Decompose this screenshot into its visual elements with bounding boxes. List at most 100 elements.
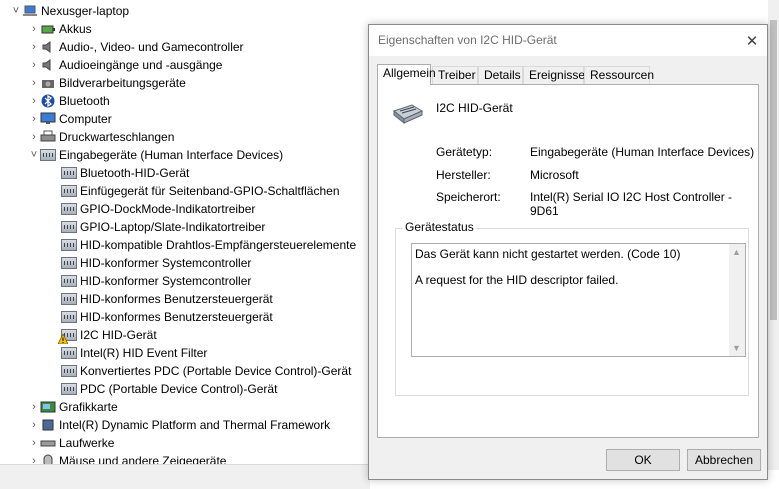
tree-item-label: I2C HID-Gerät [80, 328, 157, 342]
chevron-right-icon[interactable]: › [28, 38, 40, 56]
chevron-down-icon[interactable]: ˅ [10, 2, 22, 20]
tree-item-konvertiertes-pdc-portable-device-control-ger-t[interactable]: Konvertiertes PDC (Portable Device Contr… [61, 362, 351, 380]
dialog-titlebar[interactable]: Eigenschaften von I2C HID-Gerät ✕ [369, 25, 767, 56]
tree-item-hid-konformes-benutzersteuerger-t[interactable]: HID-konformes Benutzersteuergerät [61, 308, 273, 326]
close-icon[interactable]: ✕ [737, 25, 767, 56]
tree-item-label: Computer [59, 112, 112, 126]
scrollbar-thumb[interactable] [770, 20, 777, 320]
hid-icon [61, 166, 77, 180]
display-adapter-icon [40, 400, 56, 414]
hid-icon [61, 346, 77, 360]
printer-icon [40, 130, 56, 144]
tree-scrollbar[interactable] [768, 0, 779, 470]
bluetooth-icon [40, 94, 56, 108]
tree-item-gpio-laptop-slate-indikatortreiber[interactable]: GPIO-Laptop/Slate-Indikatortreiber [61, 218, 265, 236]
tree-item-label: Einfügegerät für Seitenband-GPIO-Schaltf… [80, 184, 340, 198]
hid-icon [61, 310, 77, 324]
tree-item-akkus[interactable]: › Akkus [28, 20, 92, 38]
tree-item-label: HID-konformes Benutzersteuergerät [80, 310, 273, 324]
tree-item-label: Eingabegeräte (Human Interface Devices) [59, 148, 284, 162]
tree-item-hid-konformer-systemcontroller[interactable]: HID-konformer Systemcontroller [61, 254, 251, 272]
tree-item-label: Bildverarbeitungsgeräte [59, 76, 186, 90]
tree-item-hid-konformer-systemcontroller[interactable]: HID-konformer Systemcontroller [61, 272, 251, 290]
ok-button[interactable]: OK [606, 449, 680, 471]
tree-item-laufwerke[interactable]: › Laufwerke [28, 434, 114, 452]
tree-item-label: HID-kompatible Drahtlos-Empfängersteuere… [80, 238, 357, 252]
prop-label-location: Speicherort: [436, 190, 501, 204]
tree-item-label: Bluetooth-HID-Gerät [80, 166, 190, 180]
tree-item-computer[interactable]: › Computer [28, 110, 112, 128]
tab-ressourcen[interactable]: Ressourcen [584, 66, 654, 84]
hid-icon [61, 292, 77, 306]
tree-item-hid-kompatible-drahtlos-empf-ngersteuerelemente[interactable]: HID-kompatible Drahtlos-Empfängersteuere… [61, 236, 356, 254]
tab-treiber[interactable]: Treiber [432, 66, 478, 84]
chevron-right-icon[interactable]: › [28, 74, 40, 92]
hid-device-icon [392, 103, 424, 125]
tree-item-intel-r-dynamic-platform-and-thermal-framework[interactable]: › Intel(R) Dynamic Platform and Thermal F… [28, 416, 330, 434]
device-tree[interactable]: ˅ Nexusger-laptop › Akkus › Audio-, Video- … [0, 0, 370, 470]
chevron-right-icon[interactable]: › [28, 128, 40, 146]
tree-item-label: PDC (Portable Device Control)-Gerät [80, 382, 278, 396]
scroll-up-icon[interactable]: ▲ [732, 247, 741, 257]
tree-item-label: Laufwerke [59, 436, 115, 450]
tree-item-bluetooth-hid-ger-t[interactable]: Bluetooth-HID-Gerät [61, 164, 189, 182]
tree-item-audioeing-nge-und-ausg-nge[interactable]: › Audioeingänge und -ausgänge [28, 56, 222, 74]
chevron-right-icon[interactable]: › [28, 110, 40, 128]
status-bar [0, 464, 370, 489]
prop-value-type: Eingabegeräte (Human Interface Devices) [530, 145, 755, 159]
tree-item-label: Audioeingänge und -ausgänge [59, 58, 223, 72]
scroll-down-icon[interactable]: ▼ [732, 343, 741, 353]
cancel-button[interactable]: Abbrechen [687, 449, 761, 471]
tree-item-bildverarbeitungsger-te[interactable]: › Bildverarbeitungsgeräte [28, 74, 186, 92]
speaker-icon [40, 58, 56, 72]
tree-item-i2c-hid-ger-t[interactable]: I2C HID-Gerät [57, 326, 157, 345]
tree-item-pdc-portable-device-control-ger-t[interactable]: PDC (Portable Device Control)-Gerät [61, 380, 277, 398]
battery-icon [40, 22, 56, 36]
drive-icon [40, 436, 56, 450]
status-scrollbar[interactable]: ▲ ▼ [729, 244, 745, 356]
monitor-icon [40, 112, 56, 126]
hid-icon [61, 184, 77, 198]
tree-item-label: Grafikkarte [59, 400, 118, 414]
hid-icon [61, 364, 77, 378]
tree-item-label: Druckwarteschlangen [59, 130, 175, 144]
chevron-down-icon[interactable]: ˅ [28, 146, 40, 164]
tree-root[interactable]: ˅ Nexusger-laptop [10, 2, 129, 20]
hid-icon [61, 382, 77, 396]
tree-item-label: Bluetooth [59, 94, 110, 108]
hid-icon [61, 220, 77, 234]
tree-item-gpio-dockmode-indikatortreiber[interactable]: GPIO-DockMode-Indikatortreiber [61, 200, 255, 218]
tree-item-intel-r-hid-event-filter[interactable]: Intel(R) HID Event Filter [61, 344, 207, 362]
device-status-textbox[interactable]: Das Gerät kann nicht gestartet werden. (… [411, 243, 746, 357]
chevron-right-icon[interactable]: › [28, 92, 40, 110]
tree-item-druckwarteschlangen[interactable]: › Druckwarteschlangen [28, 128, 174, 146]
tab-ereignisse[interactable]: Ereignisse [523, 66, 585, 84]
status-line-2: A request for the HID descriptor failed. [415, 273, 619, 287]
tab-allgemein[interactable]: Allgemein [377, 64, 436, 85]
chevron-right-icon[interactable]: › [28, 416, 40, 434]
prop-label-manufacturer: Hersteller: [436, 168, 491, 182]
dialog-title: Eigenschaften von I2C HID-Gerät [378, 33, 557, 47]
tree-item-label: GPIO-Laptop/Slate-Indikatortreiber [80, 220, 266, 234]
chevron-right-icon[interactable]: › [28, 434, 40, 452]
tab-details[interactable]: Details [478, 66, 523, 84]
device-status-group: Gerätestatus Das Gerät kann nicht gestar… [395, 220, 749, 396]
tree-item-bluetooth[interactable]: › Bluetooth [28, 92, 110, 110]
chip-icon [40, 418, 56, 432]
chevron-right-icon[interactable]: › [28, 20, 40, 38]
tree-item-label: Intel(R) HID Event Filter [80, 346, 208, 360]
tree-item-label: HID-konformes Benutzersteuergerät [80, 292, 273, 306]
tree-item-grafikkarte[interactable]: › Grafikkarte [28, 398, 118, 416]
tree-item-eingabeger-te-human-interface-devices[interactable]: ˅ Eingabegeräte (Human Interface Devices) [28, 146, 283, 164]
hid-icon [57, 328, 77, 345]
tree-item-audio-video-und-gamecontroller[interactable]: › Audio-, Video- und Gamecontroller [28, 38, 243, 56]
chevron-right-icon[interactable]: › [28, 398, 40, 416]
tree-item-einf-geger-t-f-r-seitenband-gpio-schaltfl-chen[interactable]: Einfügegerät für Seitenband-GPIO-Schaltf… [61, 182, 340, 200]
status-line-1: Das Gerät kann nicht gestartet werden. (… [415, 247, 681, 261]
tree-item-hid-konformes-benutzersteuerger-t[interactable]: HID-konformes Benutzersteuergerät [61, 290, 273, 308]
tree-item-label: HID-konformer Systemcontroller [80, 274, 252, 288]
prop-value-manufacturer: Microsoft [530, 168, 579, 182]
chevron-right-icon[interactable]: › [28, 56, 40, 74]
tab-panel-allgemein: I2C HID-Gerät Gerätetyp: Eingabegeräte (… [377, 84, 759, 438]
hid-icon [61, 202, 77, 216]
